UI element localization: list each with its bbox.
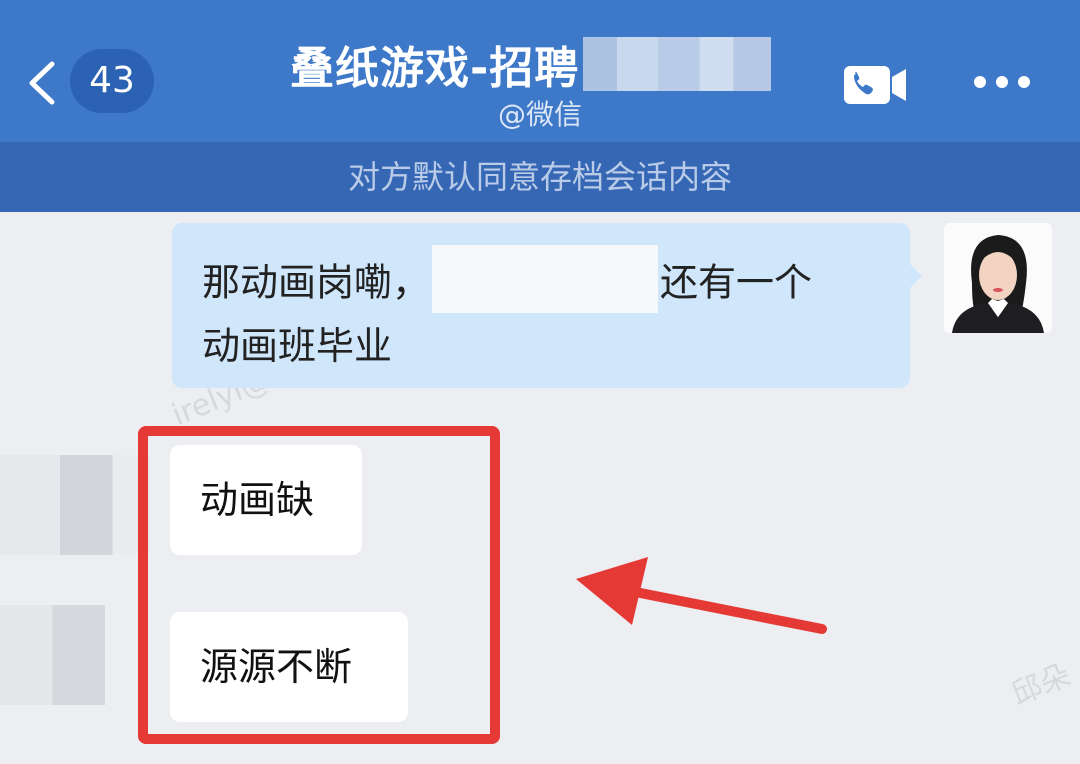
redacted-mask bbox=[432, 245, 659, 313]
chat-subtitle: @微信 bbox=[497, 98, 582, 131]
avatar-portrait-icon bbox=[944, 223, 1052, 333]
blurred-avatar[interactable] bbox=[0, 455, 150, 555]
avatar[interactable] bbox=[944, 223, 1052, 333]
blurred-title-mask bbox=[583, 37, 772, 91]
message-text: 那动画岗嘞， bbox=[202, 260, 431, 305]
more-icon[interactable] bbox=[970, 70, 1034, 94]
outgoing-message-bubble[interactable]: 那动画岗嘞， 还有一个 动画班毕业 bbox=[172, 223, 910, 388]
chat-header: 43 叠纸游戏-招聘 @微信 bbox=[0, 0, 1080, 142]
message-text: 还有一个 bbox=[660, 260, 813, 305]
message-text: 动画班毕业 bbox=[202, 324, 393, 368]
red-arrow-icon bbox=[576, 557, 827, 634]
video-call-icon[interactable] bbox=[842, 64, 908, 106]
archive-notice: 对方默认同意存档会话内容 bbox=[0, 142, 1080, 212]
chat-title: 叠纸游戏-招聘 bbox=[290, 43, 580, 94]
blurred-avatar[interactable] bbox=[0, 605, 150, 705]
bubble-tail bbox=[908, 262, 922, 290]
chat-title-area: 叠纸游戏-招聘 bbox=[290, 34, 772, 94]
highlight-box bbox=[138, 426, 500, 744]
watermark: 邱朵 bbox=[1006, 657, 1076, 713]
